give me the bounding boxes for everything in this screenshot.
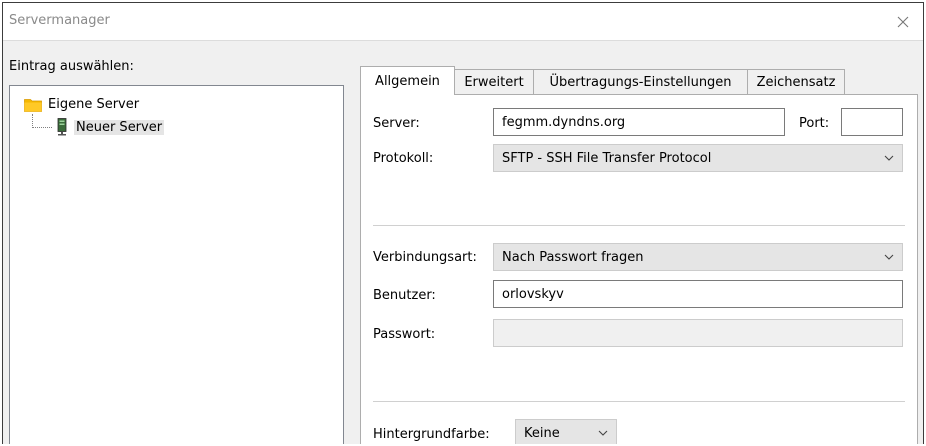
tab-general[interactable]: Allgemein [360,66,455,95]
chevron-down-icon [598,430,608,436]
port-label: Port: [799,116,830,131]
password-label: Passwort: [373,327,436,342]
tab-advanced[interactable]: Erweitert [454,69,534,94]
server-input[interactable]: fegmm.dyndns.org [493,108,785,136]
chevron-down-icon [884,155,894,161]
user-input[interactable]: orlovskyv [493,280,903,308]
chevron-down-icon [884,254,894,260]
port-input[interactable] [841,108,903,136]
server-label: Server: [373,116,420,131]
server-tree[interactable]: Eigene Server Neuer Server [9,85,344,444]
background-color-label: Hintergrundfarbe: [373,427,490,442]
separator [373,225,905,226]
protocol-select[interactable]: SFTP - SSH File Transfer Protocol [493,144,903,172]
background-color-select[interactable]: Keine [515,419,617,444]
general-settings-panel: Server: fegmm.dyndns.org Port: Protokoll… [360,94,918,444]
tree-node-label: Neuer Server [74,119,165,135]
protocol-label: Protokoll: [373,151,434,166]
server-icon [57,118,67,136]
server-manager-window: Servermanager Eintrag auswählen: Eigene … [2,2,924,444]
folder-icon [24,98,42,112]
select-entry-label: Eintrag auswählen: [9,59,134,74]
user-label: Benutzer: [373,288,436,303]
tab-charset[interactable]: Zeichensatz [747,69,845,94]
tab-transfer-settings[interactable]: Übertragungs-Einstellungen [533,69,748,94]
window-title: Servermanager [9,13,110,28]
password-input[interactable] [493,319,903,347]
close-icon [897,16,909,28]
title-bar: Servermanager [3,3,923,41]
logon-type-select[interactable]: Nach Passwort fragen [493,243,903,271]
tree-connector [32,127,52,128]
tree-connector [32,114,33,128]
close-button[interactable] [883,3,923,41]
tree-node-label: Eigene Server [48,96,140,112]
separator [373,401,905,402]
tree-node-new-server[interactable]: Neuer Server [56,117,165,137]
tree-node-my-servers[interactable]: Eigene Server [24,94,139,114]
logon-type-label: Verbindungsart: [373,250,477,265]
